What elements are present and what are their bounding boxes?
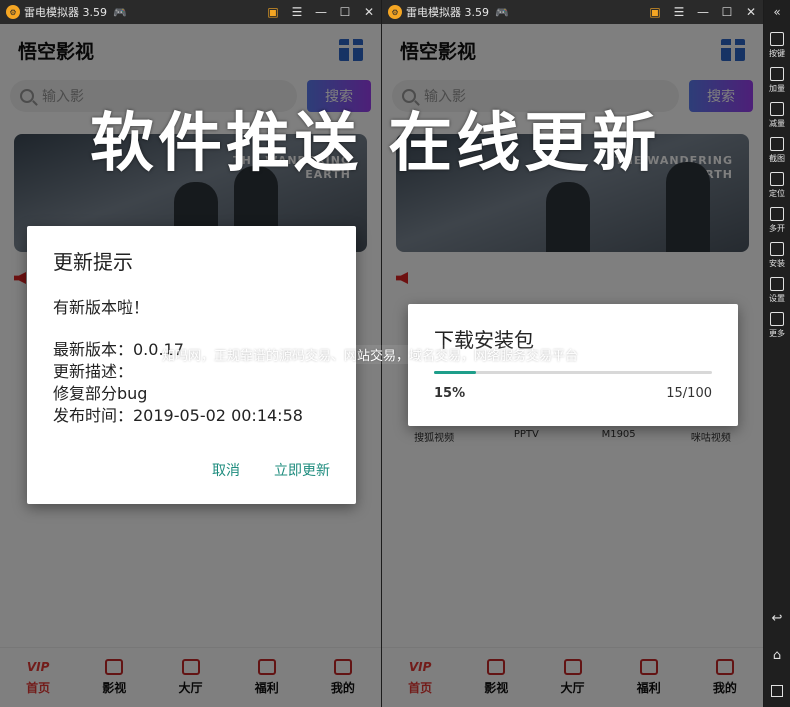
sidebar-item[interactable]: 更多 bbox=[769, 312, 785, 339]
update-dialog-title: 更新提示 bbox=[53, 250, 133, 274]
sidebar-label: 更多 bbox=[769, 329, 785, 338]
emulator-titlebar: ⚙ 雷电模拟器 3.59 🎮 ▣ ☰ — ☐ ✕ bbox=[382, 0, 763, 24]
sidebar-label: 安装 bbox=[769, 259, 785, 268]
home-icon[interactable]: ⌂ bbox=[773, 648, 781, 663]
promo-headline: 软件推送 在线更新 bbox=[90, 107, 661, 181]
screenshot-root: ⚙ 雷电模拟器 3.59 🎮 ▣ ☰ — ☐ ✕ 悟空影视 输入影 搜索 bbox=[0, 0, 790, 707]
update-now-button[interactable]: 立即更新 bbox=[274, 460, 330, 480]
emulator-sidebar: « 按键加量减量截图定位多开安装设置更多 ↩ ⌂ bbox=[764, 0, 790, 707]
back-icon[interactable]: ↩ bbox=[772, 611, 783, 626]
install-icon bbox=[770, 242, 784, 256]
sidebar-item[interactable]: 加量 bbox=[769, 67, 785, 94]
sidebar-item[interactable]: 按键 bbox=[769, 32, 785, 59]
dialog-actions: 取消 立即更新 bbox=[212, 460, 330, 480]
sidebar-item[interactable]: 减量 bbox=[769, 102, 785, 129]
gamepad-icon[interactable]: 🎮 bbox=[113, 6, 127, 19]
update-dialog: 更新提示 有新版本啦！ 最新版本：0.0.17 更新描述： 修复部分bug 发布… bbox=[27, 226, 356, 504]
location-icon bbox=[770, 172, 784, 186]
update-desc-label: 更新描述： bbox=[53, 362, 134, 381]
recents-icon[interactable] bbox=[771, 685, 783, 697]
sidebar-label: 定位 bbox=[769, 189, 785, 198]
sidebar-items: 按键加量减量截图定位多开安装设置更多 bbox=[769, 24, 785, 339]
gift-icon[interactable]: ▣ bbox=[261, 5, 285, 19]
minimize-button[interactable]: — bbox=[309, 5, 333, 19]
volume-up-icon bbox=[770, 67, 784, 81]
multi-instance-icon bbox=[770, 207, 784, 221]
maximize-button[interactable]: ☐ bbox=[715, 5, 739, 19]
gift-icon[interactable]: ▣ bbox=[643, 5, 667, 19]
download-progress-bar bbox=[434, 371, 712, 374]
sidebar-item[interactable]: 设置 bbox=[769, 277, 785, 304]
maximize-button[interactable]: ☐ bbox=[333, 5, 357, 19]
close-button[interactable]: ✕ bbox=[357, 5, 381, 19]
emulator-title: 雷电模拟器 3.59 bbox=[24, 6, 107, 19]
emulator-title: 雷电模拟器 3.59 bbox=[406, 6, 489, 19]
sidebar-label: 减量 bbox=[769, 119, 785, 128]
sidebar-label: 多开 bbox=[769, 224, 785, 233]
sidebar-item[interactable]: 多开 bbox=[769, 207, 785, 234]
close-button[interactable]: ✕ bbox=[739, 5, 763, 19]
download-dialog: 下载安装包 15% 15/100 bbox=[408, 304, 738, 426]
menu-button[interactable]: ☰ bbox=[285, 5, 309, 19]
cancel-button[interactable]: 取消 bbox=[212, 460, 240, 480]
sidebar-item[interactable]: 定位 bbox=[769, 172, 785, 199]
sidebar-label: 设置 bbox=[769, 294, 785, 303]
watermark-text: 知吗网，正规靠谱的源码交易、网站交易，域名交易，网络服务交易平台 bbox=[162, 345, 579, 364]
sidebar-label: 加量 bbox=[769, 84, 785, 93]
sidebar-item[interactable]: 安装 bbox=[769, 242, 785, 269]
emulator-titlebar: ⚙ 雷电模拟器 3.59 🎮 ▣ ☰ — ☐ ✕ bbox=[0, 0, 381, 24]
more-icon bbox=[770, 312, 784, 326]
progress-count: 15/100 bbox=[666, 386, 712, 401]
keys-icon bbox=[770, 32, 784, 46]
progress-row: 15% 15/100 bbox=[434, 386, 712, 401]
menu-button[interactable]: ☰ bbox=[667, 5, 691, 19]
release-time: 发布时间：2019-05-02 00:14:58 bbox=[53, 406, 303, 425]
emulator-logo-icon: ⚙ bbox=[6, 5, 20, 19]
update-desc: 修复部分bug bbox=[53, 384, 148, 403]
gamepad-icon[interactable]: 🎮 bbox=[495, 6, 509, 19]
emulator-logo-icon: ⚙ bbox=[388, 5, 402, 19]
sidebar-label: 截图 bbox=[769, 154, 785, 163]
update-message: 有新版本啦！ bbox=[53, 298, 150, 317]
progress-percent: 15% bbox=[434, 386, 466, 401]
sidebar-item[interactable]: 截图 bbox=[769, 137, 785, 164]
download-progress-fill bbox=[434, 371, 476, 374]
android-nav-buttons: ↩ ⌂ bbox=[771, 611, 783, 697]
minimize-button[interactable]: — bbox=[691, 5, 715, 19]
collapse-sidebar-icon[interactable]: « bbox=[773, 0, 780, 24]
sidebar-label: 按键 bbox=[769, 49, 785, 58]
settings-icon bbox=[770, 277, 784, 291]
screenshot-icon bbox=[770, 137, 784, 151]
volume-down-icon bbox=[770, 102, 784, 116]
